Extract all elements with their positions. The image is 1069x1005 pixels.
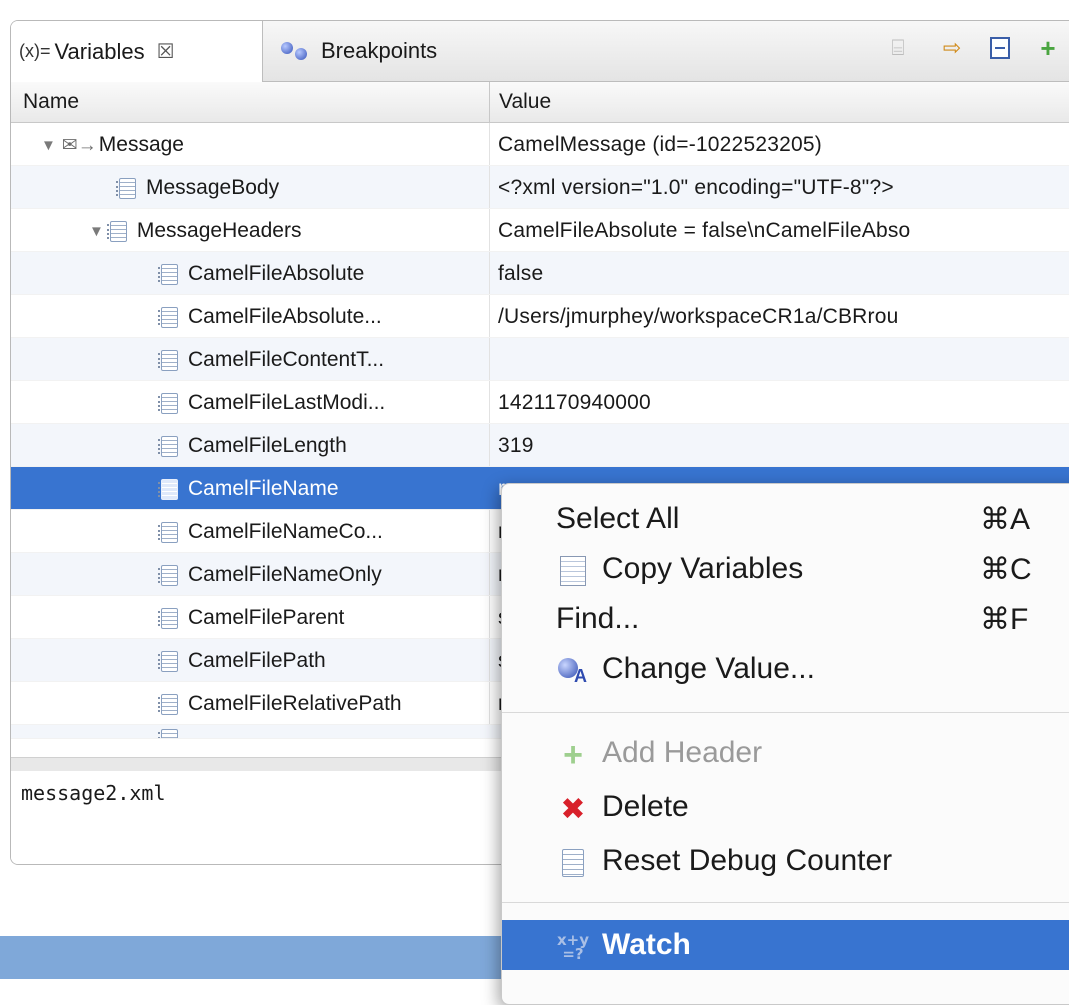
copy-icon xyxy=(555,552,590,588)
menu-item-select-all[interactable]: Select All ⌘A xyxy=(502,494,1069,544)
tab-breakpoints[interactable]: Breakpoints xyxy=(279,21,519,81)
variable-icon xyxy=(158,392,178,414)
table-row[interactable]: CamelFileLastModi... 1421170940000 xyxy=(11,381,1069,424)
variable-value: <?xml version="1.0" encoding="UTF-8"?> xyxy=(498,176,894,199)
expanded-triangle-icon[interactable]: ▼ xyxy=(41,137,56,154)
variable-value: 1421170940000 xyxy=(498,391,651,414)
shortcut: ⌘C xyxy=(980,553,1032,586)
variable-icon xyxy=(158,306,178,328)
variable-name: CamelFileLength xyxy=(188,434,347,457)
add-icon: + xyxy=(563,735,583,774)
variable-name: MessageBody xyxy=(146,176,280,199)
table-row[interactable]: MessageBody <?xml version="1.0" encoding… xyxy=(11,166,1069,209)
variable-icon xyxy=(158,729,178,738)
variable-name: CamelFileParent xyxy=(188,606,345,629)
column-header-name[interactable]: Name xyxy=(23,90,79,114)
menu-item-reset-debug-counter[interactable]: Reset Debug Counter xyxy=(502,836,1069,886)
table-row[interactable]: ▼ ✉→ Message CamelMessage (id=-102252320… xyxy=(11,123,1069,166)
message-icon: ✉→ xyxy=(61,134,97,156)
variable-icon xyxy=(158,521,178,543)
variable-value: /Users/jmurphey/workspaceCR1a/CBRrou xyxy=(498,305,899,328)
variable-name: CamelFileNameCo... xyxy=(188,520,383,543)
show-logical-structure-icon[interactable]: ⌸ xyxy=(881,31,915,65)
variable-value: CamelMessage (id=-1022523205) xyxy=(498,133,822,156)
variable-name: CamelFileName xyxy=(188,477,339,500)
table-row[interactable]: ▼ MessageHeaders CamelFileAbsolute = fal… xyxy=(11,209,1069,252)
context-menu: Select All ⌘A Copy Variables ⌘C Find... … xyxy=(501,483,1069,1005)
shortcut: ⌘A xyxy=(980,503,1031,536)
variable-icon xyxy=(158,607,178,629)
expanded-triangle-icon[interactable]: ▼ xyxy=(89,223,104,240)
variable-icon xyxy=(158,349,178,371)
view-tab-bar: (x)= Variables ☒ Breakpoints ⌸ ⇨ + xyxy=(11,21,1069,82)
menu-item-change-value[interactable]: A Change Value... xyxy=(502,644,1069,694)
variable-value: 319 xyxy=(498,434,534,457)
collapse-all-icon[interactable] xyxy=(983,31,1017,65)
variable-icon xyxy=(158,650,178,672)
variable-name: CamelFileLastModi... xyxy=(188,391,386,414)
variable-icon xyxy=(158,435,178,457)
tab-breakpoints-label: Breakpoints xyxy=(321,38,438,63)
column-divider[interactable] xyxy=(489,82,490,122)
variable-value: CamelFileAbsolute = false\nCamelFileAbso xyxy=(498,219,911,242)
menu-item-delete[interactable]: ✖ Delete xyxy=(502,782,1069,832)
variable-icon xyxy=(158,564,178,586)
close-icon[interactable]: ☒ xyxy=(157,39,175,64)
table-header: Name Value xyxy=(11,82,1069,123)
variable-name: CamelFileNameOnly xyxy=(188,563,382,586)
variables-icon: (x)= xyxy=(19,41,51,61)
variable-name: CamelFileAbsolute xyxy=(188,262,365,285)
detail-text: message2.xml xyxy=(21,781,166,805)
menu-item-find[interactable]: Find... ⌘F xyxy=(502,594,1069,644)
menu-item-add-header[interactable]: + Add Header xyxy=(502,728,1069,778)
variable-icon xyxy=(116,177,136,199)
change-value-icon: A xyxy=(556,654,590,688)
variable-name: CamelFileAbsolute... xyxy=(188,305,382,328)
variable-icon xyxy=(158,478,178,500)
table-row[interactable]: CamelFileAbsolute... /Users/jmurphey/wor… xyxy=(11,295,1069,338)
variable-name: CamelFileContentT... xyxy=(188,348,385,371)
menu-separator xyxy=(502,902,1069,903)
variable-name: MessageHeaders xyxy=(136,219,302,242)
variable-name: CamelFilePath xyxy=(188,649,326,672)
menu-item-copy-variables[interactable]: Copy Variables ⌘C xyxy=(502,544,1069,594)
variable-value: false xyxy=(498,262,544,285)
column-header-value[interactable]: Value xyxy=(499,90,551,114)
variable-icon xyxy=(556,846,590,880)
shortcut: ⌘F xyxy=(980,603,1029,636)
table-row[interactable]: CamelFileLength 319 xyxy=(11,424,1069,467)
variable-icon xyxy=(158,693,178,715)
menu-item-watch[interactable]: x+y =? Watch xyxy=(502,920,1069,970)
table-row[interactable]: CamelFileAbsolute false xyxy=(11,252,1069,295)
select-next-icon[interactable]: ⇨ xyxy=(935,31,969,65)
tab-variables[interactable]: (x)= Variables ☒ xyxy=(11,21,263,82)
add-icon[interactable]: + xyxy=(1031,31,1065,65)
variable-icon xyxy=(158,263,178,285)
table-row[interactable]: CamelFileContentT... xyxy=(11,338,1069,381)
variable-icon xyxy=(106,220,127,242)
delete-icon: ✖ xyxy=(560,792,586,826)
variable-name: CamelFileRelativePath xyxy=(188,692,402,715)
watch-icon: x+y =? xyxy=(556,931,590,963)
breakpoints-icon xyxy=(279,40,313,62)
tab-variables-label: Variables xyxy=(54,38,145,64)
variable-name: Message xyxy=(98,133,184,156)
menu-separator xyxy=(502,712,1069,713)
